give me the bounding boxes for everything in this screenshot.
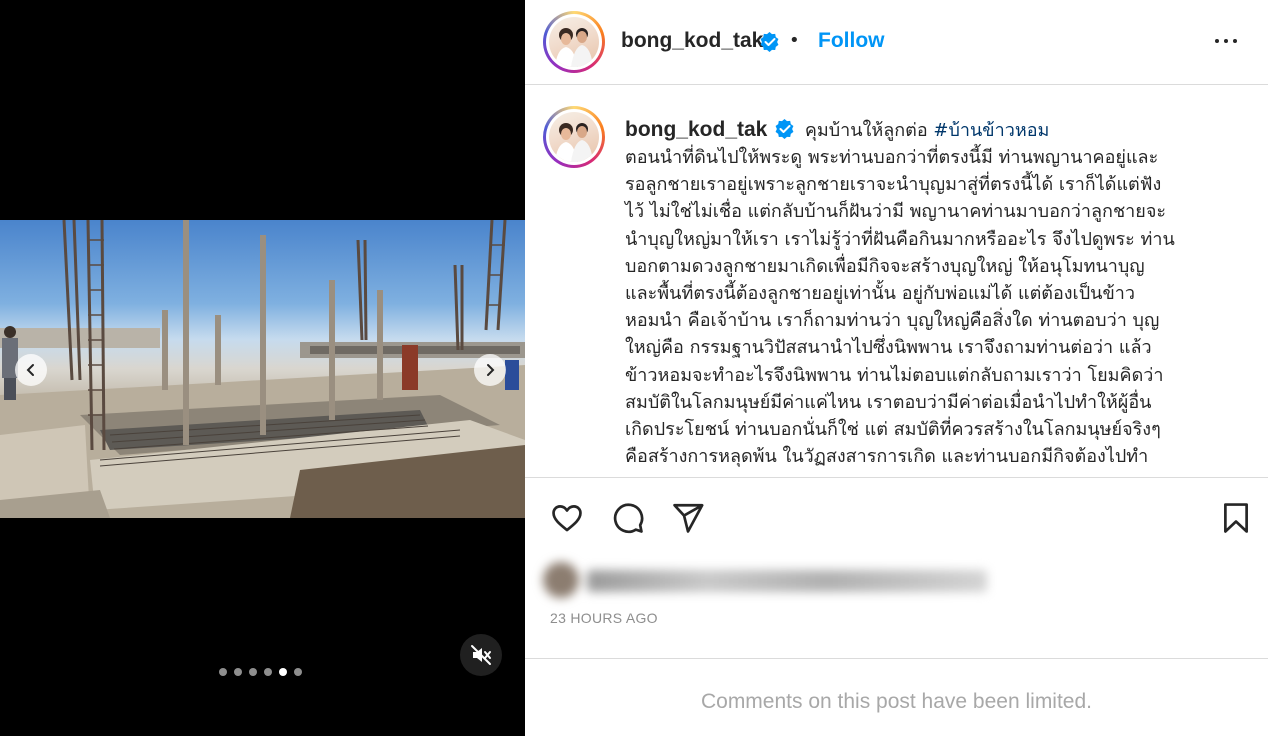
mute-toggle-button[interactable] xyxy=(460,634,502,676)
caption-text: ตอนนำที่ดินไปให้พระดู พระท่านบอกว่าที่ตร… xyxy=(625,144,1235,470)
construction-photo xyxy=(0,220,525,518)
carousel-next-button[interactable] xyxy=(474,354,506,386)
heart-icon[interactable] xyxy=(550,501,584,535)
carousel-prev-button[interactable] xyxy=(15,354,47,386)
speaker-muted-icon xyxy=(471,645,491,665)
carousel-dot xyxy=(264,668,272,676)
more-dot-icon xyxy=(1224,39,1228,43)
carousel-dot xyxy=(249,668,257,676)
caption-line: บอกตามดวงลูกชายมาเกิดเพื่อมีกิจจะสร้างบุ… xyxy=(625,255,1145,277)
liker-avatar xyxy=(543,562,579,598)
caption-line: ข้าวหอมจะทำอะไรจึงนิพพาน ท่านไม่ตอบแต่กล… xyxy=(625,364,1164,386)
comment-icon[interactable] xyxy=(611,501,645,535)
carousel-indicator xyxy=(219,668,302,676)
paper-plane-icon[interactable] xyxy=(671,501,705,535)
carousel-dot xyxy=(294,668,302,676)
caption-line: ใหญ่คือ กรรมฐานวิปัสสนานำไปซึ่งนิพพาน เร… xyxy=(625,337,1152,359)
caption-line: รอลูกชายเราอยู่เพราะลูกชายเราจะนำบุญมาสู… xyxy=(625,174,1162,196)
chevron-right-icon xyxy=(487,364,495,376)
verified-badge-icon xyxy=(775,119,794,139)
post-details-panel: bong_kod_tak • Follow bong_kod_tak คุมบ้… xyxy=(525,0,1268,736)
avatar[interactable] xyxy=(543,11,605,73)
hashtag-link[interactable]: #บ้านข้าวหอม xyxy=(933,120,1049,141)
divider xyxy=(525,658,1268,659)
carousel-dot xyxy=(219,668,227,676)
chevron-left-icon xyxy=(26,364,34,376)
caption-line: สมบัติในโลกมนุษย์มีค่าแค่ไหน เราตอบว่ามี… xyxy=(625,391,1152,413)
comments-limited-notice: Comments on this post have been limited. xyxy=(700,690,1093,713)
post-timestamp[interactable]: 23 HOURS AGO xyxy=(550,610,658,626)
post-header: bong_kod_tak • Follow xyxy=(525,0,1268,85)
profile-picture xyxy=(549,112,599,162)
header-separator: • xyxy=(789,30,800,51)
caption-section: bong_kod_tak คุมบ้านให้ลูกต่อ #บ้านข้าวห… xyxy=(525,86,1268,478)
construction-scene xyxy=(0,220,525,518)
caption-line: ไว้ ไม่ใช่ไม่เชื่อ แต่กลับบ้านก็ฝันว่ามี… xyxy=(625,201,1167,223)
verified-badge-icon xyxy=(760,32,779,52)
liked-by-row[interactable] xyxy=(543,562,987,598)
carousel-dot xyxy=(234,668,242,676)
more-options-button[interactable] xyxy=(1209,29,1243,53)
more-dot-icon xyxy=(1215,39,1219,43)
header-username[interactable]: bong_kod_tak xyxy=(621,29,763,53)
caption-line: คือสร้างการหลุดพ้น ในวัฏสงสารการเกิด และ… xyxy=(625,446,1149,468)
caption-heading: bong_kod_tak คุมบ้านให้ลูกต่อ #บ้านข้าวห… xyxy=(625,115,1049,144)
carousel-dot-active xyxy=(279,668,287,676)
action-bar xyxy=(525,478,1268,558)
caption-line: หอมนำ คือเจ้าบ้าน เราก็ถามท่านว่า บุญใหญ… xyxy=(625,310,1160,332)
bookmark-icon[interactable] xyxy=(1219,501,1253,535)
more-dot-icon xyxy=(1233,39,1237,43)
liked-by-text xyxy=(587,570,987,592)
caption-avatar[interactable] xyxy=(543,106,605,168)
caption-line: และพื้นที่ตรงนี้ต้องลูกชายอยู่เท่านั้น อ… xyxy=(625,283,1135,305)
profile-picture xyxy=(549,17,599,67)
follow-button[interactable]: Follow xyxy=(818,29,885,53)
post-media[interactable] xyxy=(0,0,525,736)
caption-line: นำบุญใหญ่มาให้เรา เราไม่รู้ว่าที่ฝันคือก… xyxy=(625,228,1175,250)
caption-line: เกิดประโยชน์ ท่านบอกนั่นก็ใช่ แต่ สมบัติ… xyxy=(625,419,1161,441)
caption-title: คุมบ้านให้ลูกต่อ xyxy=(804,120,928,141)
caption-line: ตอนนำที่ดินไปให้พระดู พระท่านบอกว่าที่ตร… xyxy=(625,147,1159,168)
caption-username[interactable]: bong_kod_tak xyxy=(625,118,767,141)
